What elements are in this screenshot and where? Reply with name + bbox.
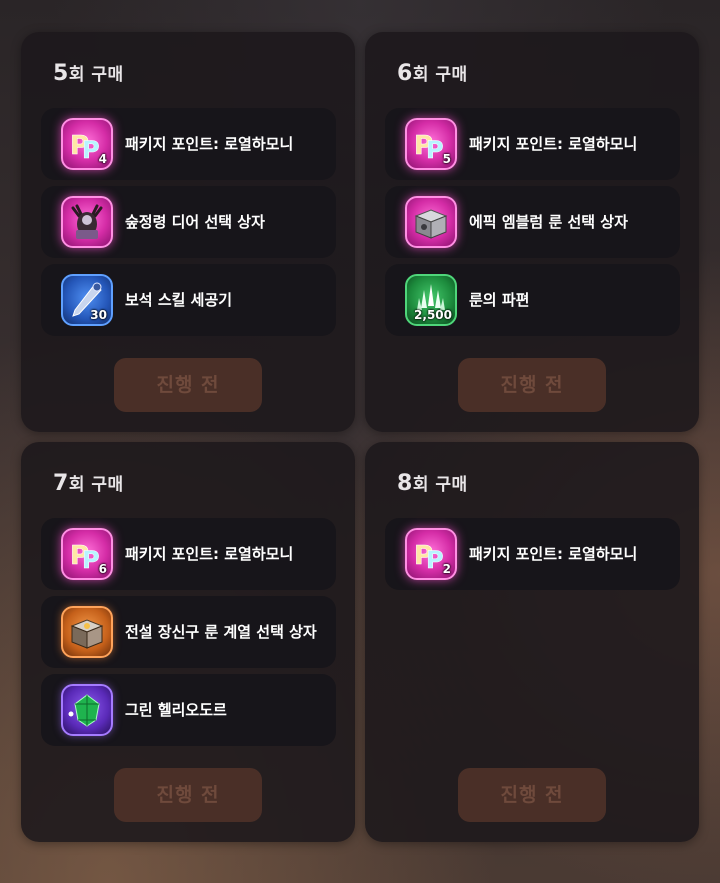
item-label: 패키지 포인트: 로열하모니	[125, 135, 294, 153]
reward-item[interactable]: 그린 헬리오도르	[41, 674, 336, 746]
panel-title: 7회 구매	[53, 471, 124, 496]
purchase-panel-5: 5회 구매 P P 4 패키지 포인트: 로열하모니 숲정령 디어 선택 상자	[21, 32, 355, 432]
package-point-royal-harmony-icon: P P 6	[61, 528, 113, 580]
progress-status-button[interactable]: 진행 전	[114, 768, 262, 822]
reward-item[interactable]: P P 6 패키지 포인트: 로열하모니	[41, 518, 336, 590]
progress-status-button[interactable]: 진행 전	[458, 768, 606, 822]
gem-skill-crafter-icon: 30	[61, 274, 113, 326]
item-count: 2	[442, 562, 451, 576]
item-label: 룬의 파편	[469, 291, 530, 309]
reward-item[interactable]: 숲정령 디어 선택 상자	[41, 186, 336, 258]
progress-status-button[interactable]: 진행 전	[458, 358, 606, 412]
package-point-royal-harmony-icon: P P 4	[61, 118, 113, 170]
item-label: 패키지 포인트: 로열하모니	[469, 135, 638, 153]
progress-status-button[interactable]: 진행 전	[114, 358, 262, 412]
reward-item[interactable]: 30 보석 스킬 세공기	[41, 264, 336, 336]
panel-title: 6회 구매	[397, 61, 468, 86]
reward-item[interactable]: P P 2 패키지 포인트: 로열하모니	[385, 518, 680, 590]
item-count: 2,500	[414, 308, 452, 322]
item-label: 패키지 포인트: 로열하모니	[469, 545, 638, 563]
panel-title: 8회 구매	[397, 471, 468, 496]
svg-text:P: P	[426, 136, 444, 164]
green-heliodor-icon	[61, 684, 113, 736]
item-label: 전설 장신구 룬 계열 선택 상자	[125, 623, 317, 641]
purchase-panel-6: 6회 구매 P P 5 패키지 포인트: 로열하모니 에픽 엠블럼 룬 선택 상…	[365, 32, 699, 432]
item-label: 숲정령 디어 선택 상자	[125, 213, 265, 231]
purchase-panel-7: 7회 구매 P P 6 패키지 포인트: 로열하모니 전설 장신구 룬 계열 선…	[21, 442, 355, 842]
reward-item[interactable]: P P 5 패키지 포인트: 로열하모니	[385, 108, 680, 180]
reward-item[interactable]: P P 4 패키지 포인트: 로열하모니	[41, 108, 336, 180]
panel-title: 5회 구매	[53, 61, 124, 86]
item-label: 패키지 포인트: 로열하모니	[125, 545, 294, 563]
item-count: 6	[98, 562, 107, 576]
rune-shard-icon: 2,500	[405, 274, 457, 326]
item-count: 4	[98, 152, 107, 166]
svg-text:P: P	[426, 546, 444, 574]
item-label: 보석 스킬 세공기	[125, 291, 233, 309]
package-point-royal-harmony-icon: P P 2	[405, 528, 457, 580]
legendary-accessory-rune-box-icon	[61, 606, 113, 658]
reward-item[interactable]: 전설 장신구 룬 계열 선택 상자	[41, 596, 336, 668]
svg-text:P: P	[82, 136, 100, 164]
item-label: 에픽 엠블럼 룬 선택 상자	[469, 213, 628, 231]
svg-text:P: P	[82, 546, 100, 574]
purchase-panel-8: 8회 구매 P P 2 패키지 포인트: 로열하모니 진행 전	[365, 442, 699, 842]
item-label: 그린 헬리오도르	[125, 701, 227, 719]
forest-spirit-deer-box-icon	[61, 196, 113, 248]
reward-item[interactable]: 2,500 룬의 파편	[385, 264, 680, 336]
package-point-royal-harmony-icon: P P 5	[405, 118, 457, 170]
reward-item[interactable]: 에픽 엠블럼 룬 선택 상자	[385, 186, 680, 258]
epic-emblem-rune-box-icon	[405, 196, 457, 248]
item-count: 30	[90, 308, 107, 322]
item-count: 5	[442, 152, 451, 166]
